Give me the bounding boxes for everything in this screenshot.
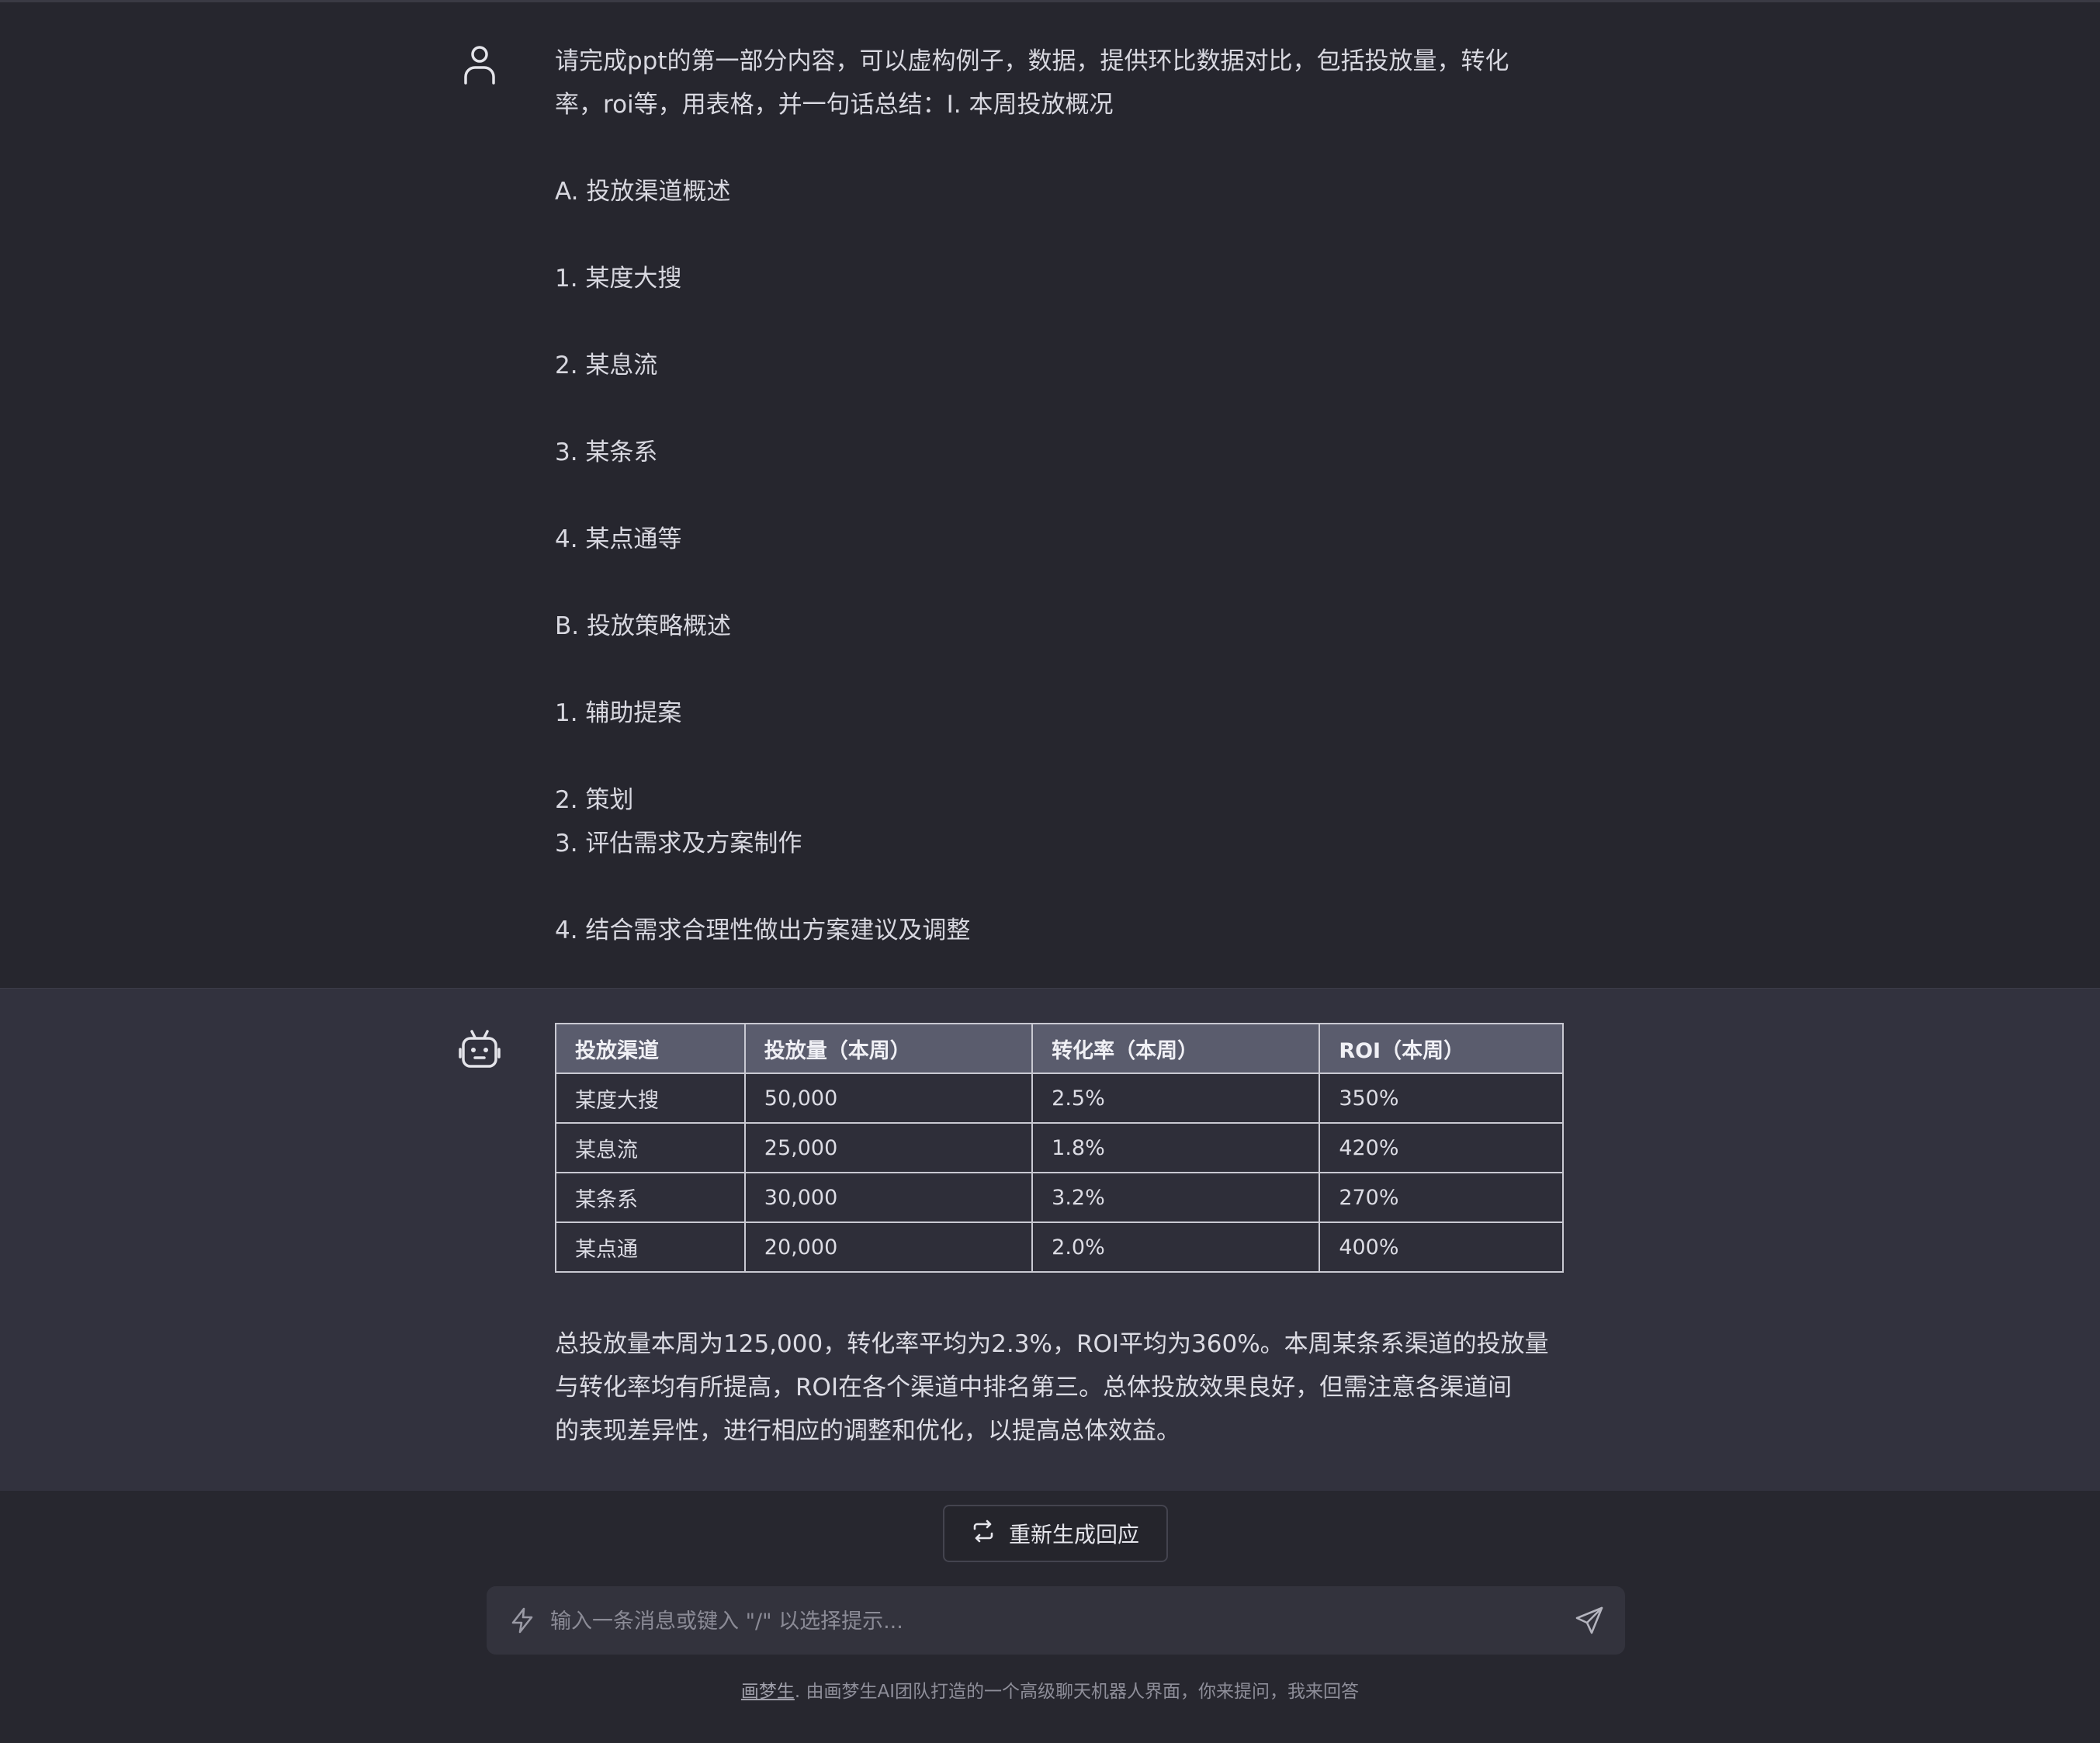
table-cell: 2.0%	[1031, 1221, 1321, 1273]
message-line: 3. 某条系	[555, 438, 658, 466]
refresh-icon	[972, 1519, 995, 1548]
message-line: 1. 辅助提案	[555, 699, 682, 727]
table-cell: 某度大搜	[555, 1072, 746, 1124]
summary-line: 总投放量本周为125,000，转化率平均为2.3%，ROI平均为360%。本周某…	[555, 1330, 1549, 1358]
table-header-row: 投放渠道 投放量（本周） 转化率（本周） ROI（本周）	[555, 1023, 1564, 1074]
assistant-message: 投放渠道 投放量（本周） 转化率（本周） ROI（本周） 某度大搜 50,000…	[0, 988, 2100, 1491]
message-input-bar	[487, 1586, 1625, 1655]
channel-data-table: 投放渠道 投放量（本周） 转化率（本周） ROI（本周） 某度大搜 50,000…	[555, 1023, 1564, 1273]
column-header: ROI（本周）	[1319, 1023, 1564, 1074]
column-header: 转化率（本周）	[1031, 1023, 1321, 1074]
regenerate-button[interactable]: 重新生成回应	[943, 1505, 1168, 1562]
message-line: 4. 某点通等	[555, 525, 682, 553]
table-cell: 400%	[1319, 1221, 1564, 1273]
user-message-text: 请完成ppt的第一部分内容，可以虚构例子，数据，提供环比数据对比，包括投放量，转…	[555, 40, 1556, 952]
table-cell: 2.5%	[1031, 1072, 1321, 1124]
message-line: 请完成ppt的第一部分内容，可以虚构例子，数据，提供环比数据对比，包括投放量，转…	[555, 47, 1509, 75]
message-line: A. 投放渠道概述	[555, 178, 731, 206]
send-icon[interactable]	[1574, 1605, 1605, 1636]
table-cell: 某息流	[555, 1122, 746, 1173]
table-row: 某条系 30,000 3.2% 270%	[555, 1172, 1564, 1223]
regenerate-label: 重新生成回应	[1008, 1522, 1139, 1547]
column-header: 投放量（本周）	[743, 1023, 1034, 1074]
table-cell: 50,000	[743, 1072, 1034, 1124]
summary-line: 的表现差异性，进行相应的调整和优化，以提高总体效益。	[555, 1417, 1180, 1445]
summary-line: 与转化率均有所提高，ROI在各个渠道中排名第三。总体投放效果良好，但需注意各渠道…	[555, 1374, 1513, 1402]
message-line: 2. 某息流	[555, 352, 658, 379]
message-line: B. 投放策略概述	[555, 612, 731, 640]
user-icon	[458, 43, 501, 86]
table-cell: 350%	[1319, 1072, 1564, 1124]
message-input[interactable]	[549, 1597, 1561, 1645]
table-cell: 1.8%	[1031, 1122, 1321, 1173]
table-cell: 30,000	[743, 1172, 1034, 1223]
table-row: 某息流 25,000 1.8% 420%	[555, 1122, 1564, 1173]
lightning-icon[interactable]	[508, 1606, 536, 1634]
robot-icon	[458, 1027, 501, 1071]
table-cell: 20,000	[743, 1221, 1034, 1273]
user-message: 请完成ppt的第一部分内容，可以虚构例子，数据，提供环比数据对比，包括投放量，转…	[0, 2, 2100, 988]
table-cell: 25,000	[743, 1122, 1034, 1173]
message-line: 2. 策划	[555, 786, 634, 814]
message-line: 1. 某度大搜	[555, 265, 682, 293]
column-header: 投放渠道	[555, 1023, 746, 1074]
table-cell: 某点通	[555, 1221, 746, 1273]
table-cell: 420%	[1319, 1122, 1564, 1173]
footer-link[interactable]: 画梦生	[741, 1682, 795, 1702]
summary-text: 总投放量本周为125,000，转化率平均为2.3%，ROI平均为360%。本周某…	[555, 1322, 1564, 1453]
table-cell: 某条系	[555, 1172, 746, 1223]
footer: 画梦生. 由画梦生AI团队打造的一个高级聊天机器人界面，你来提问，我来回答	[0, 1676, 2100, 1703]
footer-text: . 由画梦生AI团队打造的一个高级聊天机器人界面，你来提问，我来回答	[794, 1682, 1360, 1702]
table-cell: 3.2%	[1031, 1172, 1321, 1223]
message-line: 4. 结合需求合理性做出方案建议及调整	[555, 917, 971, 944]
chat-page: 请完成ppt的第一部分内容，可以虚构例子，数据，提供环比数据对比，包括投放量，转…	[0, 0, 2100, 1743]
message-line: 率，roi等，用表格，并一句话总结：I. 本周投放概况	[555, 91, 1114, 119]
table-cell: 270%	[1319, 1172, 1564, 1223]
message-line: 3. 评估需求及方案制作	[555, 830, 802, 858]
table-row: 某度大搜 50,000 2.5% 350%	[555, 1072, 1564, 1124]
table-row: 某点通 20,000 2.0% 400%	[555, 1221, 1564, 1273]
